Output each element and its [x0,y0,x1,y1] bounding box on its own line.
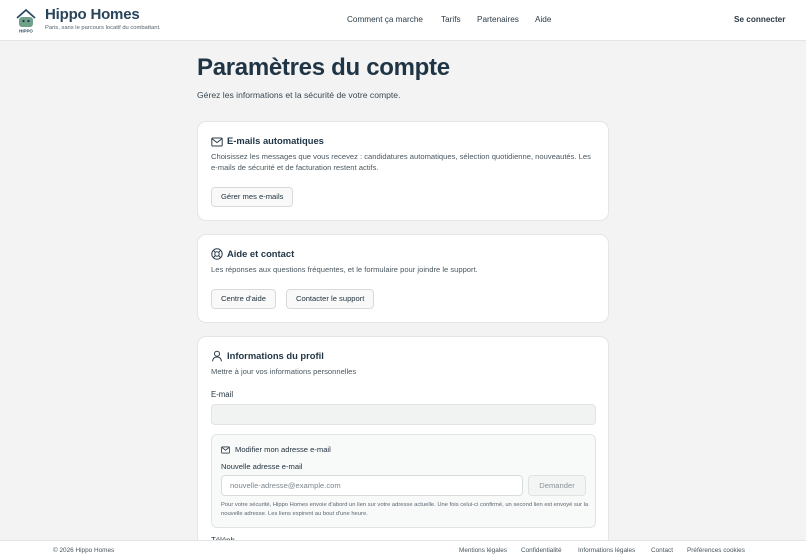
help-center-button[interactable]: Centre d'aide [211,289,276,309]
brand-tagline: Paris, sans le parcours locatif du comba… [45,25,161,31]
security-note: Pour votre sécurité, Hippo Homes envoie … [221,502,589,517]
nav-help[interactable]: Aide [535,15,551,24]
footer-link-legal-notice[interactable]: Mentions légales [459,547,507,554]
email-preferences-card: E-mails automatiques Choisissez les mess… [197,121,609,221]
profile-card: Informations du profil Mettre à jour vos… [197,336,609,560]
change-email-panel: Modifier mon adresse e-mail Nouvelle adr… [211,434,596,528]
card-description: Mettre à jour vos informations personnel… [211,367,357,376]
card-title: Informations du profil [227,350,324,361]
email-label: E-mail [211,390,234,399]
svg-text:HIPPO: HIPPO [19,29,33,34]
envelope-icon [221,446,230,454]
nav-partners[interactable]: Partenaires [477,15,519,24]
contact-support-button[interactable]: Contacter le support [286,289,375,309]
card-title: Aide et contact [227,248,295,259]
page-subtitle: Gérez les informations et la sécurité de… [197,90,401,100]
hippo-logo-icon[interactable]: HIPPO [14,7,38,33]
footer: © 2026 Hippo Homes Mentions légales Conf… [0,540,806,560]
card-description: Les réponses aux questions fréquentes, e… [211,265,478,274]
new-email-label: Nouvelle adresse e-mail [221,462,303,471]
new-email-input[interactable] [221,475,523,496]
change-email-title: Modifier mon adresse e-mail [235,445,331,454]
help-contact-card: Aide et contact Les réponses aux questio… [197,234,609,323]
manage-emails-button[interactable]: Gérer mes e-mails [211,187,294,207]
email-field[interactable] [211,404,596,425]
top-navbar: HIPPO Hippo Homes Paris, sans le parcour… [0,0,806,41]
nav-pricing[interactable]: Tarifs [441,15,461,24]
card-description: Choisissez les messages que vous recevez… [211,152,591,173]
user-icon [212,350,222,362]
nav-how-it-works[interactable]: Comment ça marche [347,15,423,24]
envelope-icon [211,137,223,147]
help-circle-icon [211,248,223,260]
footer-link-legal-info[interactable]: Informations légales [578,547,635,554]
footer-link-cookie-preferences[interactable]: Préférences cookies [687,547,745,554]
footer-link-privacy[interactable]: Confidentialité [521,547,562,554]
copyright: © 2026 Hippo Homes [53,547,115,554]
card-title: E-mails automatiques [227,135,324,146]
footer-link-contact[interactable]: Contact [651,547,673,554]
request-email-change-button[interactable]: Demander [528,475,586,496]
login-link[interactable]: Se connecter [734,15,785,24]
page-title: Paramètres du compte [197,54,450,81]
brand-name[interactable]: Hippo Homes [45,6,140,23]
